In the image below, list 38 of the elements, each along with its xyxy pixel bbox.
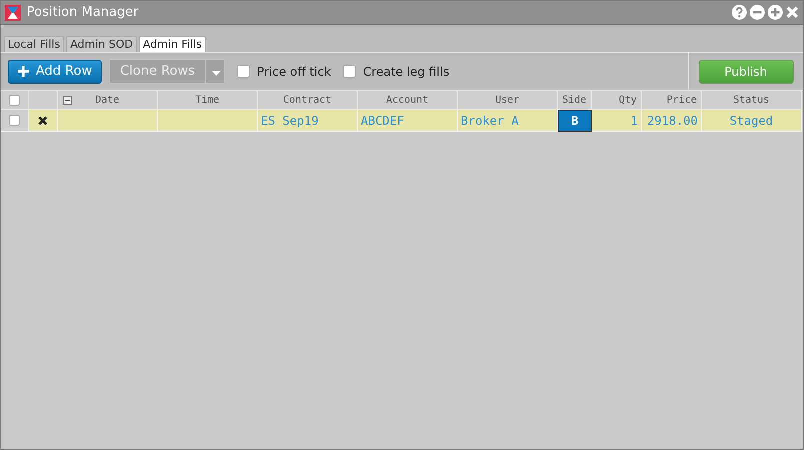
table-cell: Broker A	[458, 110, 558, 132]
table-cell: 2918.00	[642, 110, 702, 132]
collapse-icon[interactable]	[63, 96, 72, 104]
column-label[interactable]: Contract	[283, 94, 332, 106]
maximize-icon[interactable]	[768, 5, 783, 20]
window-title: Position Manager	[27, 5, 139, 20]
caret-icon	[212, 71, 222, 76]
close-icon[interactable]	[786, 6, 799, 19]
column-label[interactable]: Account	[386, 94, 429, 106]
logo-icon	[5, 4, 21, 20]
delete-icon[interactable]	[38, 116, 48, 126]
tab[interactable]: Admin SOD	[66, 36, 138, 52]
publish-button[interactable]: Publish	[698, 60, 794, 84]
dropdown-button[interactable]	[206, 60, 224, 83]
checkbox[interactable]	[237, 65, 250, 78]
plus-icon	[18, 66, 29, 77]
row-checkbox[interactable]	[9, 115, 20, 126]
minimize-icon[interactable]	[750, 5, 765, 20]
column-label[interactable]: Date	[95, 94, 120, 106]
column-label[interactable]: Status	[733, 94, 770, 106]
checkbox-label: Price off tick	[257, 64, 332, 78]
tab[interactable]: Admin Fills	[139, 36, 206, 52]
tab[interactable]: Local Fills	[4, 36, 64, 52]
table-cell: ES Sep19	[258, 110, 358, 132]
column-label[interactable]: Time	[195, 94, 220, 106]
table-cell: 1	[592, 110, 642, 132]
select-all-checkbox[interactable]	[9, 94, 20, 106]
column-label[interactable]: Price	[666, 94, 697, 106]
column-label[interactable]: Qty	[618, 94, 637, 106]
add-row-button[interactable]: Add Row	[8, 60, 102, 84]
checkbox-label: Create leg fills	[363, 64, 450, 78]
table-cell: Staged	[702, 110, 802, 132]
help-icon[interactable]	[732, 5, 747, 20]
table-cell: ABCDEF	[358, 110, 458, 132]
column-label[interactable]: Side	[562, 94, 587, 106]
checkbox[interactable]	[343, 65, 356, 78]
column-label[interactable]: User	[495, 94, 520, 106]
table-cell: B	[558, 110, 592, 132]
